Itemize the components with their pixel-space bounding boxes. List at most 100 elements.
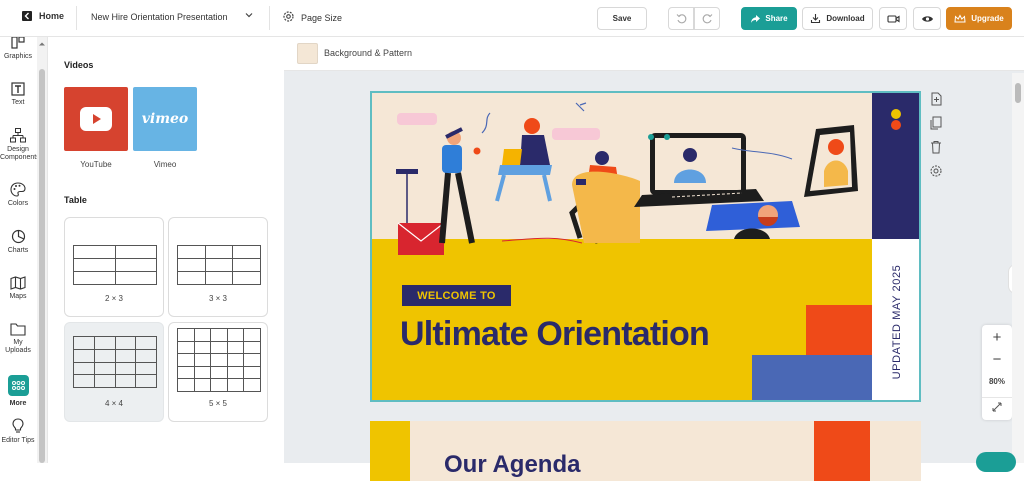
- map-icon: [10, 276, 26, 290]
- download-icon: [811, 14, 821, 24]
- delete-page-icon[interactable]: [929, 140, 943, 154]
- rail-label: Maps: [9, 293, 27, 300]
- components-icon: [10, 128, 26, 143]
- shapes-icon: [11, 37, 25, 49]
- rail-item-more[interactable]: More: [0, 375, 36, 408]
- canvas-scrollbar[interactable]: [1012, 73, 1024, 463]
- document-title[interactable]: New Hire Orientation Presentation: [91, 12, 228, 22]
- youtube-video-option[interactable]: [64, 87, 128, 151]
- home-label: Home: [39, 11, 65, 21]
- download-label: Download: [826, 14, 865, 23]
- background-pattern-label: Background & Pattern: [324, 48, 413, 58]
- expand-arrows-icon: [992, 402, 1002, 412]
- page-size-button[interactable]: Page Size: [282, 10, 342, 25]
- slide-2-orange-block: [814, 421, 870, 481]
- upgrade-label: Upgrade: [971, 14, 1004, 23]
- table-option-4x4[interactable]: 4 × 4: [64, 322, 164, 422]
- document-title-text: New Hire Orientation Presentation: [91, 12, 228, 22]
- updated-date-text: UPDATED MAY 2025: [891, 264, 903, 380]
- welcome-badge[interactable]: WELCOME TO: [402, 285, 511, 306]
- scroll-up-arrow-icon[interactable]: [37, 39, 47, 49]
- rail-label: More: [9, 400, 27, 407]
- rail-scrollbar[interactable]: [37, 37, 47, 463]
- vimeo-logo: vimeo: [141, 111, 189, 127]
- table-preview: [177, 245, 261, 285]
- canvas-area: Background & Pattern WELCOME TO Ultimate…: [284, 37, 1024, 481]
- slide-1-artwork: [372, 93, 919, 400]
- page-size-label: Page Size: [301, 12, 343, 23]
- table-option-2x3[interactable]: 2 × 3: [64, 217, 164, 317]
- rail-label: My Uploads: [5, 339, 31, 354]
- youtube-icon: [80, 107, 112, 131]
- page-settings-gear-icon[interactable]: [929, 164, 943, 178]
- rail-scroll-thumb[interactable]: [39, 69, 45, 463]
- elements-panel: Videos YouTube vimeo Vimeo Table 2 × 3 3…: [48, 37, 284, 463]
- top-toolbar: Home New Hire Orientation Presentation P…: [0, 0, 1024, 37]
- fit-to-screen-button[interactable]: [982, 397, 1012, 415]
- zoom-out-button[interactable]: −: [982, 351, 1012, 368]
- rail-item-maps[interactable]: Maps: [0, 276, 36, 301]
- rail-item-text[interactable]: Text: [0, 82, 36, 107]
- help-chat-button[interactable]: [976, 452, 1016, 472]
- table-preview: [73, 336, 157, 388]
- rail-item-graphics[interactable]: Graphics: [0, 37, 36, 61]
- table-option-3x3[interactable]: 3 × 3: [168, 217, 268, 317]
- video-camera-icon: [886, 14, 900, 23]
- rail-item-colors[interactable]: Colors: [0, 182, 36, 208]
- background-pattern-bar[interactable]: Background & Pattern: [284, 37, 1024, 71]
- redo-icon: [702, 14, 712, 24]
- rail-item-editor-tips[interactable]: Editor Tips: [0, 418, 36, 445]
- table-option-5x5[interactable]: 5 × 5: [168, 322, 268, 422]
- slide-2[interactable]: Our Agenda: [370, 421, 921, 481]
- vimeo-label: Vimeo: [153, 160, 177, 169]
- table-preview: [177, 328, 261, 392]
- undo-icon: [676, 14, 686, 24]
- redo-button[interactable]: [694, 7, 720, 30]
- home-button[interactable]: Home: [22, 11, 64, 21]
- canvas-scroll-thumb[interactable]: [1015, 83, 1021, 103]
- table-option-label: 5 × 5: [208, 399, 227, 408]
- zoom-in-button[interactable]: +: [982, 329, 1012, 346]
- table-option-label: 2 × 3: [104, 294, 123, 303]
- duplicate-page-icon[interactable]: [929, 116, 943, 130]
- share-button[interactable]: Share: [741, 7, 797, 30]
- slide-vertical-text[interactable]: UPDATED MAY 2025: [872, 239, 919, 400]
- zoom-level[interactable]: 80%: [982, 377, 1012, 386]
- lightbulb-icon: [12, 418, 24, 433]
- toolbar-divider: [76, 6, 77, 30]
- preview-button[interactable]: [913, 7, 941, 30]
- rail-label: Colors: [7, 200, 29, 207]
- background-color-swatch[interactable]: [297, 43, 318, 64]
- save-button[interactable]: Save: [597, 7, 647, 30]
- eye-icon: [921, 15, 933, 22]
- videos-section-title: Videos: [64, 60, 94, 70]
- title-dropdown-chevron-icon[interactable]: [244, 10, 254, 20]
- rail-label: Design Components: [0, 146, 40, 161]
- slide-2-yellow-strip: [370, 421, 410, 481]
- table-preview: [73, 245, 157, 285]
- upgrade-button[interactable]: Upgrade: [946, 7, 1012, 30]
- rail-item-design-components[interactable]: Design Components: [0, 128, 40, 162]
- table-section-title: Table: [64, 195, 87, 205]
- rail-label: Charts: [7, 247, 29, 254]
- welcome-badge-text: WELCOME TO: [417, 289, 496, 302]
- table-option-label: 3 × 3: [208, 294, 227, 303]
- folder-icon: [10, 323, 26, 336]
- crown-icon: [954, 13, 966, 22]
- record-video-button[interactable]: [879, 7, 907, 30]
- add-page-icon[interactable]: [929, 92, 943, 106]
- grid-icon: [7, 375, 29, 396]
- share-icon: [751, 14, 761, 23]
- slide-title[interactable]: Ultimate Orientation: [400, 315, 760, 354]
- youtube-label: YouTube: [80, 160, 112, 169]
- rail-item-my-uploads[interactable]: My Uploads: [0, 322, 36, 355]
- vimeo-video-option[interactable]: vimeo: [133, 87, 197, 151]
- left-tool-rail: Graphics Text Design Components Colors C…: [0, 37, 48, 463]
- rail-label: Text: [11, 99, 25, 106]
- rail-item-charts[interactable]: Charts: [0, 229, 36, 255]
- slide-2-title[interactable]: Our Agenda: [444, 451, 580, 479]
- slide-2-navy-strip: [870, 421, 921, 481]
- slide-1[interactable]: WELCOME TO Ultimate Orientation UPDATED …: [370, 91, 921, 402]
- undo-button[interactable]: [668, 7, 694, 30]
- download-button[interactable]: Download: [802, 7, 873, 30]
